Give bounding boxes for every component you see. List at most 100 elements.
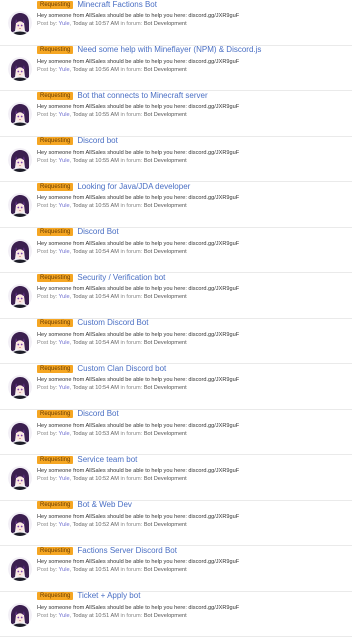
thread-content: Requesting Bot & Web Dev Hey someone fro…	[37, 501, 352, 529]
title-row: Requesting Factions Server Discord Bot	[37, 544, 352, 557]
forum-link[interactable]: Bot Development	[144, 613, 187, 619]
thread-content: Requesting Bot that connects to Minecraf…	[37, 91, 352, 119]
author-link[interactable]: Yule	[59, 613, 70, 619]
thread-title-link[interactable]: Ticket + Apply bot	[77, 591, 140, 601]
forum-link[interactable]: Bot Development	[144, 249, 187, 255]
forum-link[interactable]: Bot Development	[144, 67, 187, 73]
in-forum-label: in forum:	[120, 340, 142, 346]
post-by-label: Post by:	[37, 112, 57, 118]
thread-title-link[interactable]: Looking for Java/JDA developer	[77, 182, 190, 192]
forum-link[interactable]: Bot Development	[144, 567, 187, 573]
prefix-badge[interactable]: Requesting	[37, 456, 73, 464]
thread-title-link[interactable]: Custom Clan Discord bot	[77, 364, 166, 374]
avatar[interactable]	[8, 239, 32, 263]
avatar[interactable]	[8, 512, 32, 536]
prefix-badge[interactable]: Requesting	[37, 183, 73, 191]
thread-meta: Post by: Yule, Today at 10:54 AM in foru…	[37, 384, 352, 392]
title-row: Requesting Discord Bot	[37, 226, 352, 239]
author-link[interactable]: Yule	[59, 21, 70, 27]
prefix-badge[interactable]: Requesting	[37, 410, 73, 418]
forum-link[interactable]: Bot Development	[144, 476, 187, 482]
author-link[interactable]: Yule	[59, 158, 70, 164]
avatar[interactable]	[8, 102, 32, 126]
avatar[interactable]	[8, 466, 32, 490]
avatar[interactable]	[8, 557, 32, 581]
prefix-badge[interactable]: Requesting	[37, 228, 73, 236]
avatar[interactable]	[8, 330, 32, 354]
prefix-badge[interactable]: Requesting	[37, 274, 73, 282]
post-by-label: Post by:	[37, 203, 57, 209]
thread-snippet: Hey someone from AllSales should be able…	[37, 513, 352, 521]
thread-row: Requesting Ticket + Apply bot Hey someon…	[0, 592, 352, 637]
post-time: Today at 10:57 AM	[73, 21, 119, 27]
prefix-badge[interactable]: Requesting	[37, 592, 73, 600]
in-forum-label: in forum:	[120, 522, 142, 528]
prefix-badge[interactable]: Requesting	[37, 365, 73, 373]
prefix-badge[interactable]: Requesting	[37, 547, 73, 555]
title-row: Requesting Discord bot	[37, 135, 352, 148]
forum-link[interactable]: Bot Development	[144, 112, 187, 118]
post-by-label: Post by:	[37, 249, 57, 255]
prefix-badge[interactable]: Requesting	[37, 1, 73, 9]
avatar[interactable]	[8, 148, 32, 172]
thread-meta: Post by: Yule, Today at 10:51 AM in foru…	[37, 612, 352, 620]
post-time: Today at 10:55 AM	[73, 158, 119, 164]
title-row: Requesting Custom Discord Bot	[37, 317, 352, 330]
forum-link[interactable]: Bot Development	[144, 158, 187, 164]
thread-title-link[interactable]: Need some help with Mineflayer (NPM) & D…	[77, 45, 261, 55]
avatar[interactable]	[8, 284, 32, 308]
thread-title-link[interactable]: Custom Discord Bot	[77, 318, 148, 328]
author-link[interactable]: Yule	[59, 522, 70, 528]
forum-link[interactable]: Bot Development	[144, 385, 187, 391]
author-link[interactable]: Yule	[59, 249, 70, 255]
author-link[interactable]: Yule	[59, 476, 70, 482]
avatar[interactable]	[8, 57, 32, 81]
author-link[interactable]: Yule	[59, 294, 70, 300]
author-link[interactable]: Yule	[59, 385, 70, 391]
thread-meta: Post by: Yule, Today at 10:55 AM in foru…	[37, 111, 352, 119]
author-link[interactable]: Yule	[59, 67, 70, 73]
thread-title-link[interactable]: Discord Bot	[77, 227, 118, 237]
in-forum-label: in forum:	[120, 67, 142, 73]
forum-link[interactable]: Bot Development	[144, 431, 187, 437]
thread-snippet: Hey someone from AllSales should be able…	[37, 58, 352, 66]
in-forum-label: in forum:	[120, 613, 142, 619]
post-time: Today at 10:55 AM	[73, 203, 119, 209]
prefix-badge[interactable]: Requesting	[37, 137, 73, 145]
thread-snippet: Hey someone from AllSales should be able…	[37, 194, 352, 202]
thread-meta: Post by: Yule, Today at 10:54 AM in foru…	[37, 339, 352, 347]
avatar[interactable]	[8, 375, 32, 399]
thread-title-link[interactable]: Security / Verification bot	[77, 273, 165, 283]
prefix-badge[interactable]: Requesting	[37, 46, 73, 54]
author-link[interactable]: Yule	[59, 340, 70, 346]
thread-title-link[interactable]: Factions Server Discord Bot	[77, 546, 177, 556]
post-by-label: Post by:	[37, 431, 57, 437]
thread-title-link[interactable]: Discord Bot	[77, 409, 118, 419]
author-link[interactable]: Yule	[59, 203, 70, 209]
title-row: Requesting Security / Verification bot	[37, 271, 352, 284]
forum-link[interactable]: Bot Development	[144, 294, 187, 300]
author-link[interactable]: Yule	[59, 567, 70, 573]
post-time: Today at 10:51 AM	[73, 613, 119, 619]
post-by-label: Post by:	[37, 67, 57, 73]
author-link[interactable]: Yule	[59, 112, 70, 118]
forum-link[interactable]: Bot Development	[144, 21, 187, 27]
thread-title-link[interactable]: Bot that connects to Minecraft server	[77, 91, 207, 101]
avatar[interactable]	[8, 11, 32, 35]
prefix-badge[interactable]: Requesting	[37, 319, 73, 327]
avatar[interactable]	[8, 603, 32, 627]
thread-title-link[interactable]: Minecraft Factions Bot	[77, 0, 157, 10]
author-link[interactable]: Yule	[59, 431, 70, 437]
forum-link[interactable]: Bot Development	[144, 340, 187, 346]
thread-title-link[interactable]: Discord bot	[77, 136, 117, 146]
forum-link[interactable]: Bot Development	[144, 203, 187, 209]
thread-title-link[interactable]: Bot & Web Dev	[77, 500, 132, 510]
prefix-badge[interactable]: Requesting	[37, 501, 73, 509]
in-forum-label: in forum:	[120, 476, 142, 482]
avatar[interactable]	[8, 421, 32, 445]
forum-link[interactable]: Bot Development	[144, 522, 187, 528]
prefix-badge[interactable]: Requesting	[37, 92, 73, 100]
thread-title-link[interactable]: Service team bot	[77, 455, 137, 465]
post-time: Today at 10:56 AM	[73, 67, 119, 73]
avatar[interactable]	[8, 193, 32, 217]
